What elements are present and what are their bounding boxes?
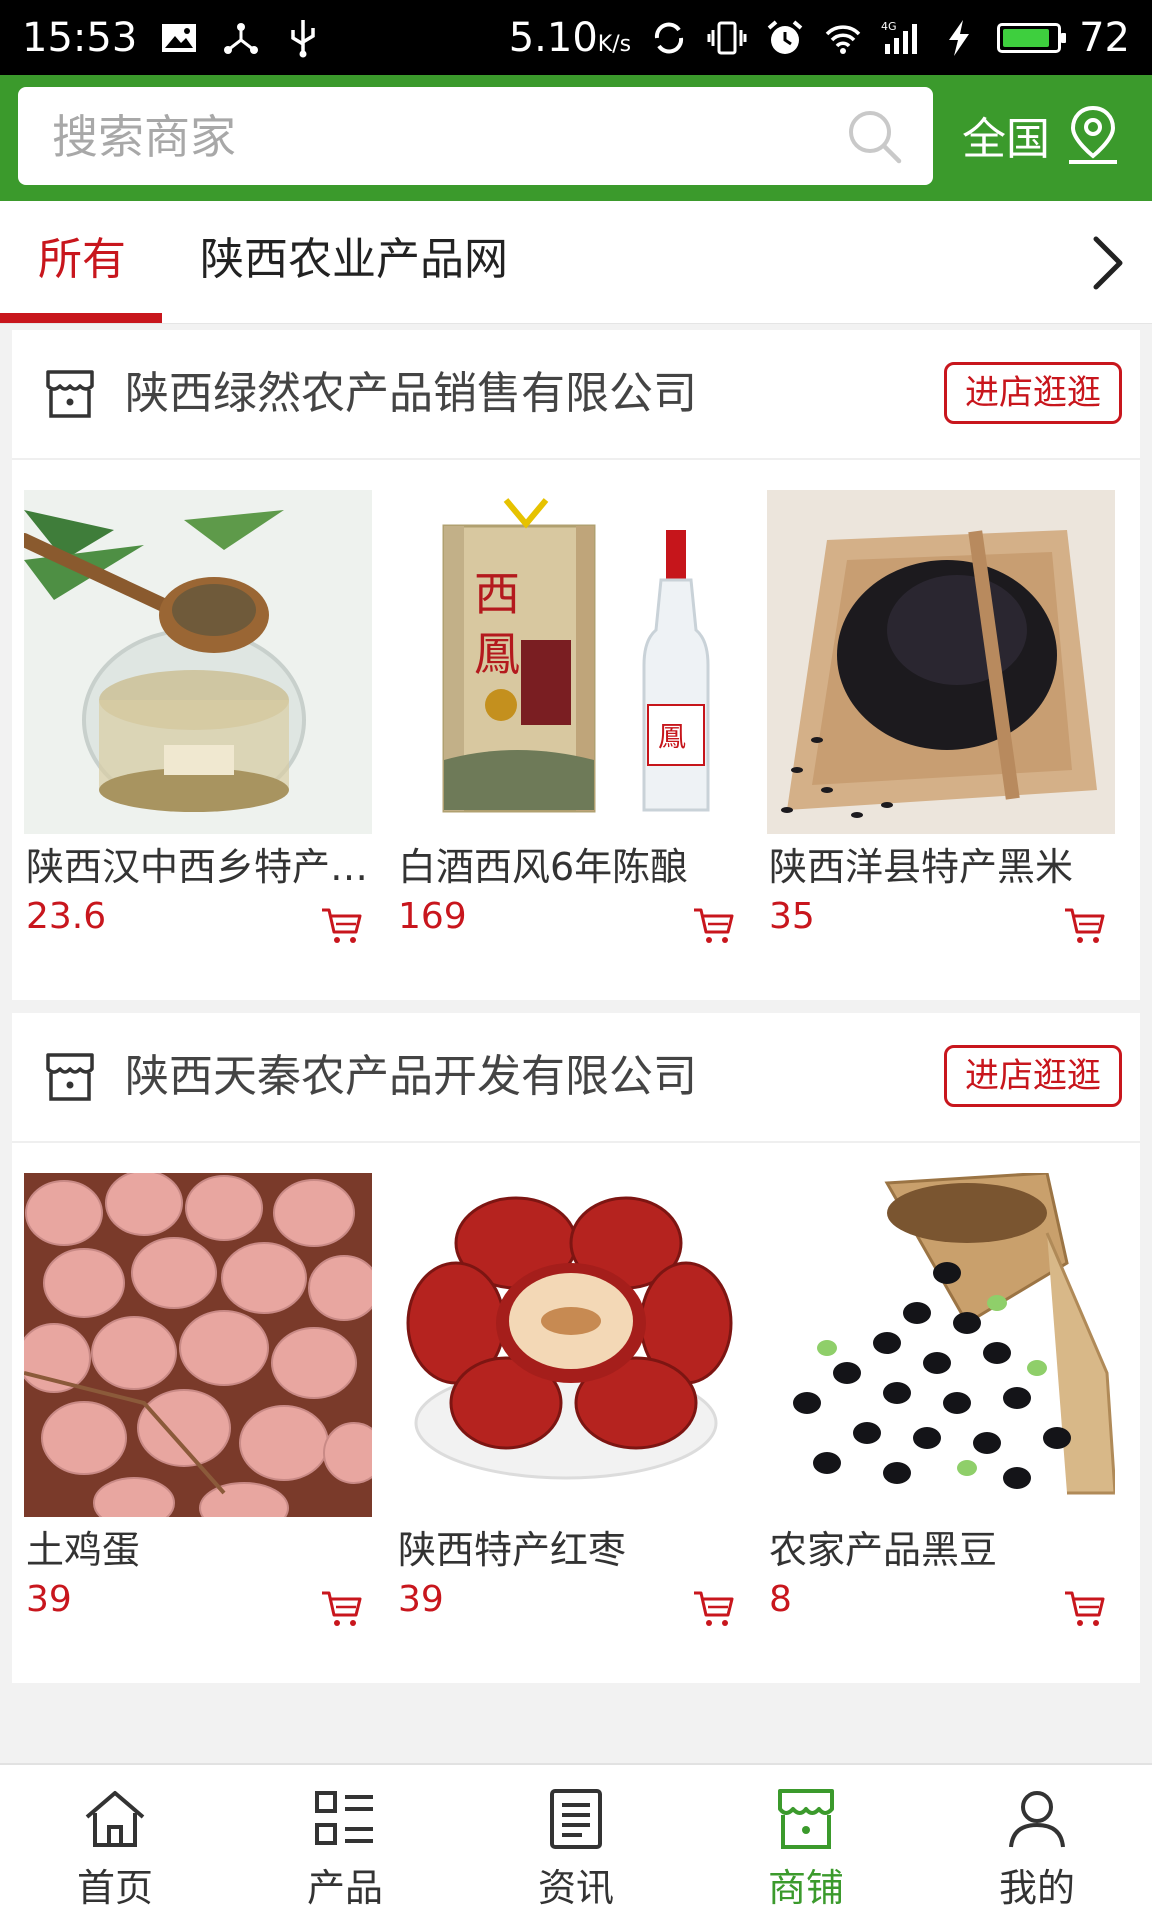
product-name: 陕西汉中西乡特产… <box>26 845 369 889</box>
active-tab-indicator <box>0 313 162 323</box>
status-bar: 15:53 5.10K/s 4G 72 <box>0 0 1152 75</box>
usb-share-icon <box>224 22 259 54</box>
home-icon <box>85 1791 145 1847</box>
svg-text:鳳: 鳳 <box>658 720 686 753</box>
svg-text:鳳: 鳳 <box>474 627 520 681</box>
nav-news[interactable]: 资讯 <box>461 1765 691 1922</box>
header-bar: 全国 <box>0 75 1152 201</box>
product-item[interactable]: 农家产品黑豆 8 <box>767 1173 1115 1626</box>
region-selector[interactable]: 全国 <box>962 95 1122 175</box>
news-icon <box>550 1789 602 1849</box>
cart-icon[interactable] <box>320 906 362 946</box>
product-image-black-rice[interactable] <box>767 490 1115 834</box>
nav-products[interactable]: 产品 <box>230 1765 460 1922</box>
search-box[interactable] <box>18 87 933 187</box>
nav-shops[interactable]: 商铺 <box>691 1765 921 1922</box>
product-name: 白酒西风6年陈酿 <box>398 845 689 889</box>
network-speed: 5.10K/s <box>508 14 632 61</box>
grid-list-icon <box>315 1791 373 1845</box>
enter-shop-button[interactable]: 进店逛逛 <box>944 1045 1122 1107</box>
nav-mine-label: 我的 <box>998 1866 1075 1910</box>
shop-icon <box>778 1789 834 1849</box>
cart-icon[interactable] <box>1063 1589 1105 1629</box>
category-tabs: 所有 陕西农业产品网 <box>0 201 1152 324</box>
product-image-barley-tea[interactable] <box>24 490 372 834</box>
shop-card: 陕西天秦农产品开发有限公司 进店逛逛 土鸡蛋 39 陕西特产红枣 39 农家产品… <box>12 1013 1140 1683</box>
store-icon <box>46 370 94 418</box>
nav-products-label: 产品 <box>306 1866 383 1910</box>
svg-text:4G: 4G <box>881 20 897 33</box>
nav-mine[interactable]: 我的 <box>922 1765 1152 1922</box>
product-name: 陕西特产红枣 <box>398 1528 627 1572</box>
product-image-red-dates[interactable] <box>396 1173 744 1517</box>
user-icon <box>1009 1791 1065 1848</box>
svg-text:西: 西 <box>474 567 520 621</box>
battery-icon <box>997 22 1067 53</box>
image-notification-icon <box>162 23 197 52</box>
shop-name[interactable]: 陕西绿然农产品销售有限公司 <box>125 330 697 458</box>
product-item[interactable]: 土鸡蛋 39 <box>24 1173 372 1626</box>
product-image-liquor[interactable]: 西 鳳 鳳 <box>396 490 744 834</box>
shop-name[interactable]: 陕西天秦农产品开发有限公司 <box>125 1013 697 1141</box>
product-image-eggs[interactable] <box>24 1173 372 1517</box>
sync-icon <box>655 22 684 53</box>
bottom-navigation: 首页 产品 资讯 商铺 我的 <box>0 1763 1152 1922</box>
product-name: 土鸡蛋 <box>26 1528 141 1572</box>
product-name: 农家产品黑豆 <box>769 1528 998 1572</box>
cart-icon[interactable] <box>320 1589 362 1629</box>
cart-icon[interactable] <box>692 1589 734 1629</box>
nav-shops-label: 商铺 <box>767 1866 844 1910</box>
product-item[interactable]: 西 鳳 鳳 白酒西风6年陈酿 169 <box>396 490 744 943</box>
usb-icon <box>291 19 316 57</box>
chevron-right-icon[interactable] <box>1082 233 1132 293</box>
shop-card: 陕西绿然农产品销售有限公司 进店逛逛 陕西汉中西乡特产… 23.6 西 鳳 鳳 … <box>12 330 1140 1000</box>
product-image-black-beans[interactable] <box>767 1173 1115 1517</box>
product-name: 陕西洋县特产黑米 <box>769 845 1074 889</box>
search-input[interactable] <box>50 87 834 187</box>
product-row: 陕西汉中西乡特产… 23.6 西 鳳 鳳 白酒西风6年陈酿 169 陕西洋县特产… <box>12 460 1140 1000</box>
region-label: 全国 <box>962 114 1050 165</box>
location-pin-icon <box>1069 105 1117 164</box>
enter-shop-button[interactable]: 进店逛逛 <box>944 362 1122 424</box>
shop-header: 陕西天秦农产品开发有限公司 进店逛逛 <box>12 1013 1140 1143</box>
search-icon[interactable] <box>845 107 905 167</box>
product-row: 土鸡蛋 39 陕西特产红枣 39 农家产品黑豆 8 <box>12 1143 1140 1683</box>
tab-all[interactable]: 所有 <box>38 201 126 323</box>
shop-header: 陕西绿然农产品销售有限公司 进店逛逛 <box>12 330 1140 460</box>
product-item[interactable]: 陕西特产红枣 39 <box>396 1173 744 1626</box>
status-time: 15:53 <box>22 14 138 61</box>
cart-icon[interactable] <box>1063 906 1105 946</box>
product-item[interactable]: 陕西汉中西乡特产… 23.6 <box>24 490 372 943</box>
nav-news-label: 资讯 <box>537 1866 614 1910</box>
battery-level: 72 <box>1079 14 1130 61</box>
alarm-icon <box>767 19 803 54</box>
store-icon <box>46 1053 94 1101</box>
charging-icon <box>949 19 970 56</box>
vibrate-icon <box>707 21 747 54</box>
signal-4g-icon: 4G <box>881 20 918 54</box>
nav-home[interactable]: 首页 <box>0 1765 230 1922</box>
tab-shaanxi-agri[interactable]: 陕西农业产品网 <box>200 201 508 323</box>
wifi-icon <box>825 24 861 54</box>
cart-icon[interactable] <box>692 906 734 946</box>
nav-home-label: 首页 <box>76 1866 153 1910</box>
product-item[interactable]: 陕西洋县特产黑米 35 <box>767 490 1115 943</box>
